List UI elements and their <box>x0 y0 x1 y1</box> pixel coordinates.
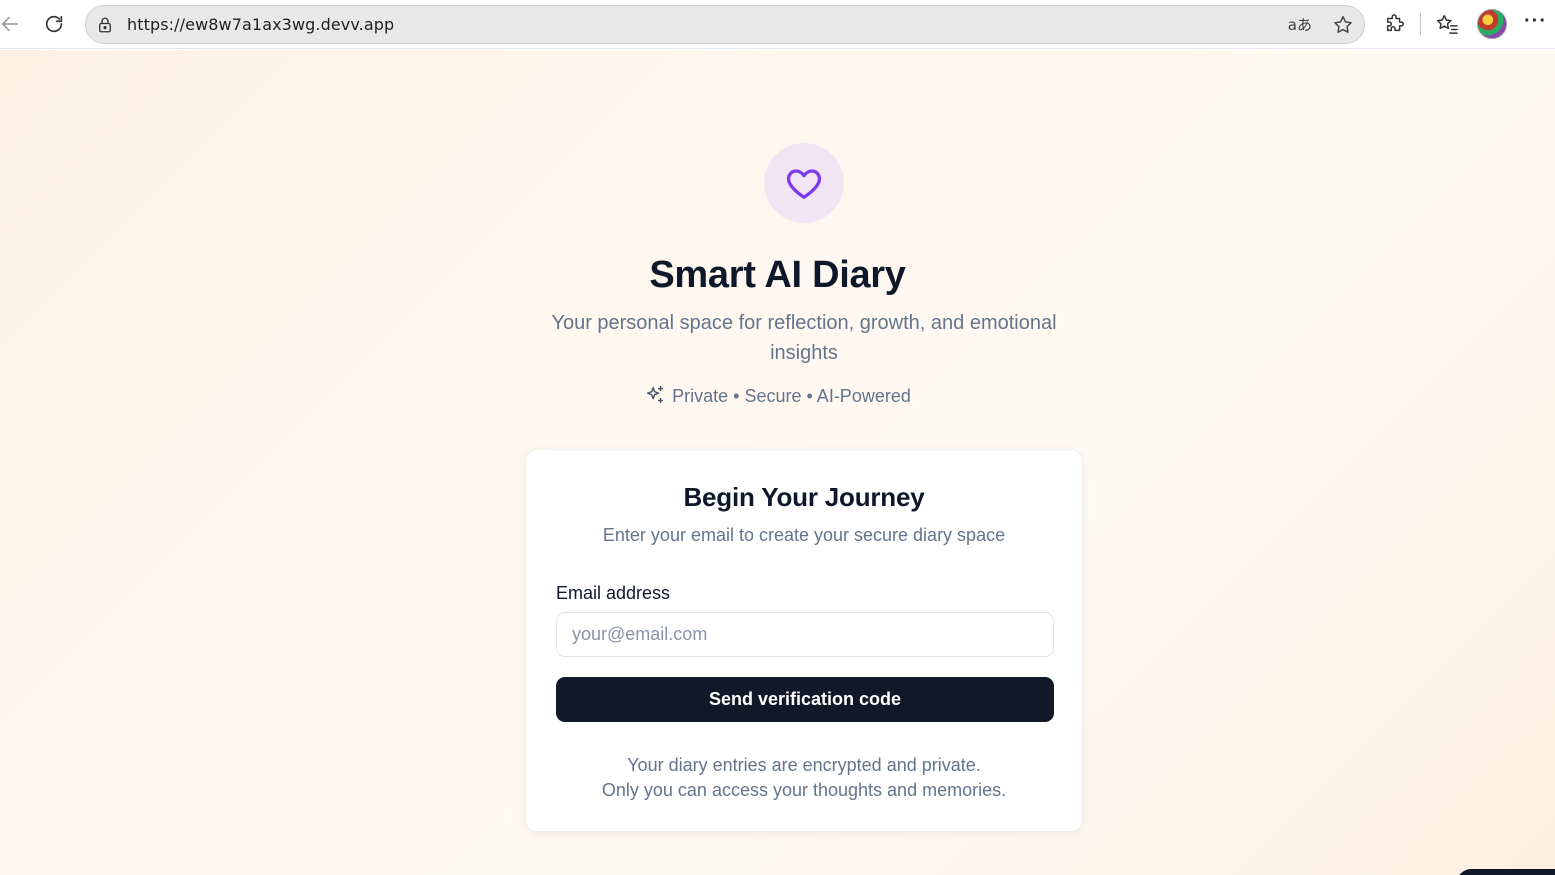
browser-toolbar: https://ew8w7a1ax3wg.devv.app aあ ··· <box>0 0 1555 49</box>
more-icon[interactable]: ··· <box>1524 10 1547 33</box>
card-subtitle: Enter your email to create your secure d… <box>602 525 1006 545</box>
address-bar[interactable]: https://ew8w7a1ax3wg.devv.app aあ <box>85 5 1365 44</box>
sparkles-icon <box>647 386 664 404</box>
heart-icon <box>786 169 822 199</box>
logo-badge <box>764 143 844 223</box>
read-aloud-icon[interactable]: aあ <box>1288 14 1312 35</box>
page-subtitle: Your personal space for reflection, grow… <box>551 312 1057 364</box>
card-title: Begin Your Journey <box>683 482 925 512</box>
star-icon[interactable] <box>1332 14 1354 41</box>
tagline-text: Private • Secure • AI-Powered <box>672 386 911 406</box>
send-verification-button[interactable]: Send verification code <box>556 677 1054 722</box>
favorites-list-icon <box>1436 15 1458 34</box>
url-text[interactable]: https://ew8w7a1ax3wg.devv.app <box>127 15 394 34</box>
email-label: Email address <box>556 583 671 603</box>
back-button[interactable] <box>0 8 26 40</box>
floating-widget[interactable] <box>1457 869 1555 875</box>
page-title: Smart AI Diary <box>649 254 906 296</box>
email-input[interactable] <box>556 612 1054 657</box>
privacy-note-line-1: Your diary entries are encrypted and pri… <box>627 755 981 775</box>
privacy-note-line-2: Only you can access your thoughts and me… <box>601 780 1007 800</box>
signup-card: Begin Your Journey Enter your email to c… <box>525 449 1083 832</box>
puzzle-icon <box>1386 14 1404 32</box>
page-background: Smart AI Diary Your personal space for r… <box>0 50 1555 875</box>
toolbar-divider <box>1420 13 1421 35</box>
profile-avatar[interactable] <box>1477 9 1507 39</box>
reload-icon <box>45 15 63 33</box>
tagline: Private • Secure • AI-Powered <box>0 384 1555 407</box>
extensions-button[interactable] <box>1381 10 1409 38</box>
lock-icon[interactable] <box>96 16 114 39</box>
privacy-note: Your diary entries are encrypted and pri… <box>526 753 1082 803</box>
favorites-button[interactable] <box>1433 10 1461 38</box>
arrow-left-icon <box>1 16 19 32</box>
reload-button[interactable] <box>38 8 70 40</box>
